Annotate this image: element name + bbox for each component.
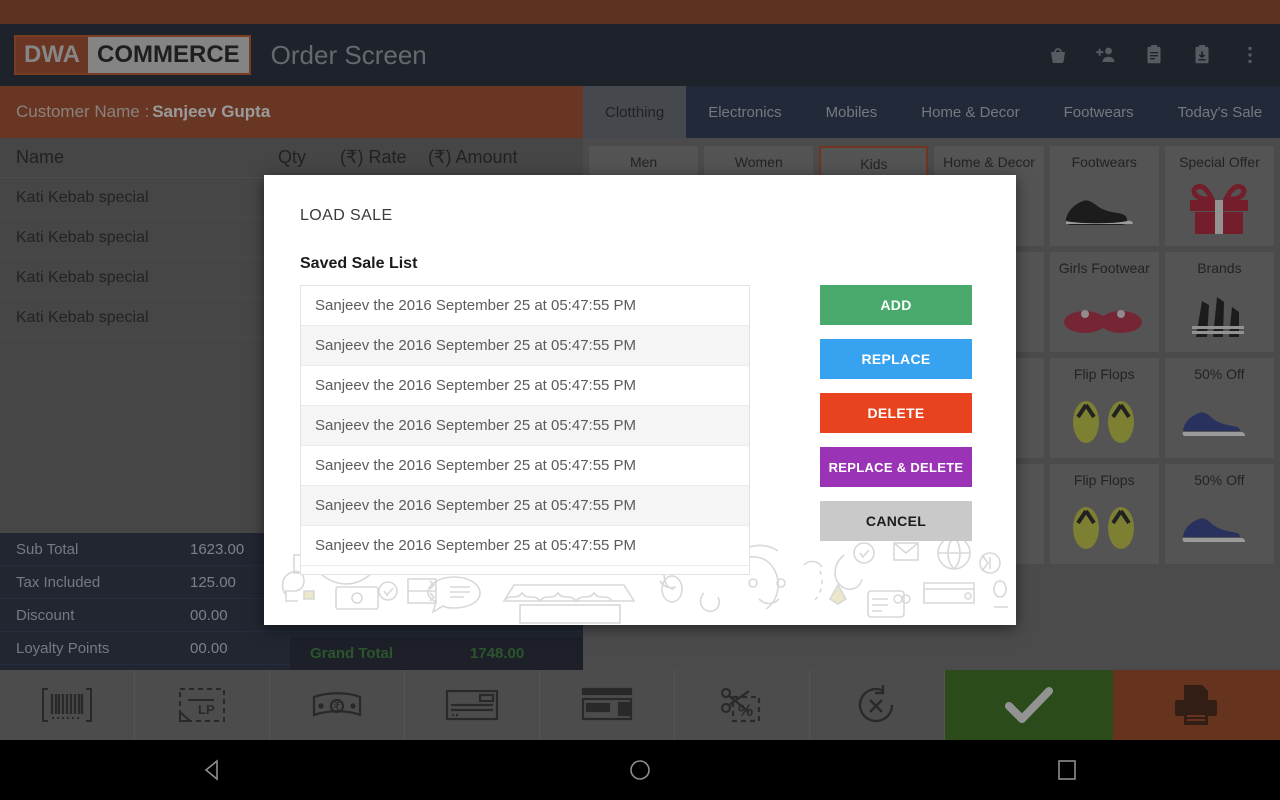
list-item[interactable]: Sanjeev the 2016 September 25 at 05:47:5… — [301, 406, 749, 446]
dialog-subtitle: Saved Sale List — [300, 255, 417, 273]
android-recents-icon[interactable] — [1007, 740, 1127, 800]
replace-button[interactable]: REPLACE — [820, 339, 972, 379]
add-button[interactable]: ADD — [820, 285, 972, 325]
load-sale-dialog: LOAD SALE Saved Sale List Sanjeev the 20… — [264, 175, 1016, 625]
dialog-action-buttons: ADD REPLACE DELETE REPLACE & DELETE CANC… — [820, 285, 972, 541]
list-item[interactable]: Sanjeev the 2016 September 25 at 05:47:5… — [301, 326, 749, 366]
android-home-icon[interactable] — [580, 740, 700, 800]
list-item[interactable]: Sanjeev the 2016 September 25 at 05:47:5… — [301, 526, 749, 566]
android-back-icon[interactable] — [153, 740, 273, 800]
replace-and-delete-button[interactable]: REPLACE & DELETE — [820, 447, 972, 487]
list-item[interactable]: Sanjeev the 2016 September 25 at 05:47:5… — [301, 286, 749, 326]
delete-button[interactable]: DELETE — [820, 393, 972, 433]
list-item[interactable]: Sanjeev the 2016 September 25 at 05:47:5… — [301, 366, 749, 406]
cancel-button[interactable]: CANCEL — [820, 501, 972, 541]
order-screen-app: DWA COMMERCE Order Screen — [0, 0, 1280, 800]
saved-sale-list[interactable]: Sanjeev the 2016 September 25 at 05:47:5… — [300, 285, 750, 575]
android-nav-bar — [0, 740, 1280, 800]
list-item[interactable]: Sanjeev the 2016 September 25 at 05:47:5… — [301, 486, 749, 526]
dialog-title: LOAD SALE — [300, 207, 393, 225]
list-item[interactable]: Sanjeev the 2016 September 25 at 05:47:5… — [301, 446, 749, 486]
